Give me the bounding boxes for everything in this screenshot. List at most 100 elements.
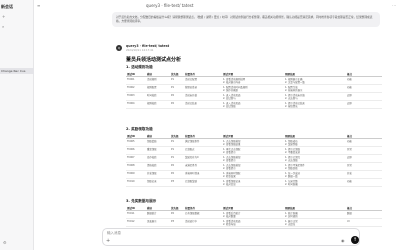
table-cell: TC002	[126, 84, 146, 93]
table-cell: 满足领取条件	[184, 138, 222, 147]
table-cell: 已领取过	[184, 146, 222, 155]
table-cell: 并发	[346, 170, 382, 179]
table-cell: 活动已配置	[184, 76, 222, 85]
table-cell: P2	[170, 170, 184, 179]
table-cell: 多端同时登录	[184, 170, 222, 179]
assistant-avatar: Q	[116, 45, 122, 51]
table-cell: 1. 提示已领取 2. 不重复发放	[284, 146, 346, 155]
table-cell: 异常	[346, 146, 382, 155]
table-cell: TC009	[126, 170, 146, 179]
table-cell: 1. 仅一次成功 2. 数据一致	[284, 170, 346, 179]
table-cell: 活动未开始	[184, 92, 222, 101]
test-table-3: 测试ID 模块 优先级 前置条件 测试步骤 预期结果 备注 TC011 数据统计 P2 已有领取数据…	[126, 205, 382, 227]
table-cell: 1. 提示已领完 2. 无法领取	[284, 154, 346, 163]
table-cell: P1	[170, 84, 184, 93]
sidebar-item-active[interactable]: Change Rec Cus	[0, 68, 34, 74]
table-cell: TC011	[126, 210, 146, 219]
table-cell: P1	[170, 154, 184, 163]
table-cell: P2	[170, 162, 184, 171]
table-cell: P2	[170, 210, 184, 219]
test-table-2: 测试ID 模块 优先级 前置条件 测试步骤 预期结果 备注 TC005 领取奖励 P1 满足领取条件…	[126, 133, 382, 187]
table-cell: 规则校验	[146, 100, 170, 109]
table-cell: TC007	[126, 154, 146, 163]
table-cell: 1. 提示不满足条件 2. 领取失败	[284, 162, 346, 171]
table-row: TC004 规则校验 P2 活动已结束 1. 进入活动页面 2. 尝试领取 1. 提示活动…	[126, 100, 382, 109]
message-input[interactable]: 输入消息	[107, 231, 121, 236]
search-icon[interactable]: ⌕	[2, 24, 4, 29]
microphone-icon[interactable]: ◉	[341, 238, 345, 243]
table-cell: P1	[170, 76, 184, 85]
table-cell: 1. 多端同时领取 2. 检查结果	[222, 170, 284, 179]
section-title: 1. 活动规则功能	[126, 65, 153, 69]
table-cell: 1. 提示活动未开始 2. 无法参与	[284, 92, 346, 101]
table-cell: TC001	[126, 76, 146, 85]
table-cell: TC010	[126, 178, 146, 187]
table-row: TC006 重复领取 P1 已领取过 1. 再次点击领取 2. 查看提示 1. 提示已领取…	[126, 146, 382, 155]
table-cell: TC012	[126, 218, 146, 227]
table-cell: 边界	[346, 92, 382, 101]
table-cell: 边界	[346, 154, 382, 163]
attach-icon[interactable]: +	[106, 238, 110, 244]
table-row: TC002 规则配置 P1 管理员登录 1. 配置活动时间及规则 2. 保存并刷新 1. …	[126, 84, 382, 93]
table-cell: P3	[170, 218, 184, 227]
plus-icon[interactable]: +	[2, 14, 5, 19]
table-cell: 1. 查看活动规则说明 2. 核对展示内容	[222, 76, 284, 85]
table-cell: P1	[170, 146, 184, 155]
table-row: TC003 时间校验 P2 活动未开始 1. 进入活动页面 2. 尝试参与 1. 提示活动…	[126, 92, 382, 101]
table-cell: 已有领取数据	[184, 210, 222, 219]
table-cell: 未满足条件	[184, 162, 222, 171]
app-window: 新会话 + ⌕ Change Rec Cus ⚙ ≡ query3 · file…	[0, 0, 400, 250]
table-cell: P3	[170, 178, 184, 187]
sidebar: 新会话 + ⌕ Change Rec Cus ⚙	[0, 0, 34, 250]
send-button[interactable]: ↑	[351, 236, 359, 244]
menu-icon[interactable]: ≡	[37, 3, 40, 8]
table-cell: 资格校验	[146, 162, 170, 171]
table-cell: 1. 规则展示正确 2. 文案与配置一致	[284, 76, 346, 85]
table-cell: TC006	[126, 146, 146, 155]
table-cell: 1. 点击领取按钮 2. 查看提示	[222, 162, 284, 171]
user-message: 对于蓝色名的文档，分配数目的看板是什么呢？请帮我整理测试点。（数组 / 说明 /…	[112, 12, 380, 27]
assistant-timestamp: 2024/10/11 14:17:41	[126, 49, 154, 52]
section-title: 3. 兑奖数据与展示	[126, 199, 157, 203]
table-row: TC001 活动规则 P1 活动已配置 1. 查看活动规则说明 2. 核对展示内容 1. …	[126, 76, 382, 85]
table-cell: 重复领取	[146, 146, 170, 155]
table-cell: 1. 查看领取记录 2. 核对信息	[222, 178, 284, 187]
table-cell: 1. 查看后台统计 2. 核对数量	[222, 210, 284, 219]
report-title: 董员兵领活动测试点分析	[126, 57, 182, 63]
conversation-title: query3 · file-test/ tatest	[146, 3, 194, 8]
table-cell: 管理员登录	[184, 84, 222, 93]
gear-icon[interactable]: ⚙	[3, 240, 7, 245]
table-cell: 领取奖励	[146, 138, 170, 147]
table-cell: 活动规则	[146, 76, 170, 85]
table-cell: 1. 进入活动页面 2. 尝试参与	[222, 92, 284, 101]
table-cell: TC004	[126, 100, 146, 109]
table-cell: 功能	[346, 178, 382, 187]
table-cell: 数据统计	[146, 210, 170, 219]
table-cell: 并发领取	[146, 170, 170, 179]
table-cell: 奖励库存为0	[184, 154, 222, 163]
table-row: TC005 领取奖励 P1 满足领取条件 1. 点击领取按钮 2. 查看领取结果 1. 领…	[126, 138, 382, 147]
new-chat-button[interactable]: 新会话	[1, 4, 13, 10]
table-cell: 1. 统计准确 2. 实时更新	[284, 210, 346, 219]
table-cell: 1. 配置生效 2. 前端同步展示	[284, 84, 346, 93]
more-icon[interactable]: ⋯	[392, 3, 396, 8]
table-cell: TC003	[126, 92, 146, 101]
table-cell: 1. 记录完整 2. 时间准确	[284, 178, 346, 187]
table-cell: 异常	[346, 162, 382, 171]
table-row: TC008 资格校验 P2 未满足条件 1. 点击领取按钮 2. 查看提示 1. 提示不满…	[126, 162, 382, 171]
assistant-name: query3 · file-test/ tatest	[126, 44, 170, 48]
table-cell: TC008	[126, 162, 146, 171]
table-cell: 1. 配置活动时间及规则 2. 保存并刷新	[222, 84, 284, 93]
table-cell: 1. 查看活动页面 2. 检查布局	[222, 218, 284, 227]
section-title: 2. 奖励领取功能	[126, 127, 153, 131]
table-cell: P2	[170, 92, 184, 101]
table-cell: 活动已结束	[184, 100, 222, 109]
table-cell: 1. 再次点击领取 2. 查看提示	[222, 146, 284, 155]
table-cell: P2	[170, 100, 184, 109]
table-cell: UI	[346, 218, 382, 227]
table-cell: 活动进行中	[184, 218, 222, 227]
table-cell: 页面展示	[146, 218, 170, 227]
table-cell: 1. 进入活动页面 2. 尝试领取	[222, 100, 284, 109]
message-composer[interactable]: 输入消息 + ◉ ↑	[102, 228, 360, 246]
table-cell: 领取记录	[146, 178, 170, 187]
